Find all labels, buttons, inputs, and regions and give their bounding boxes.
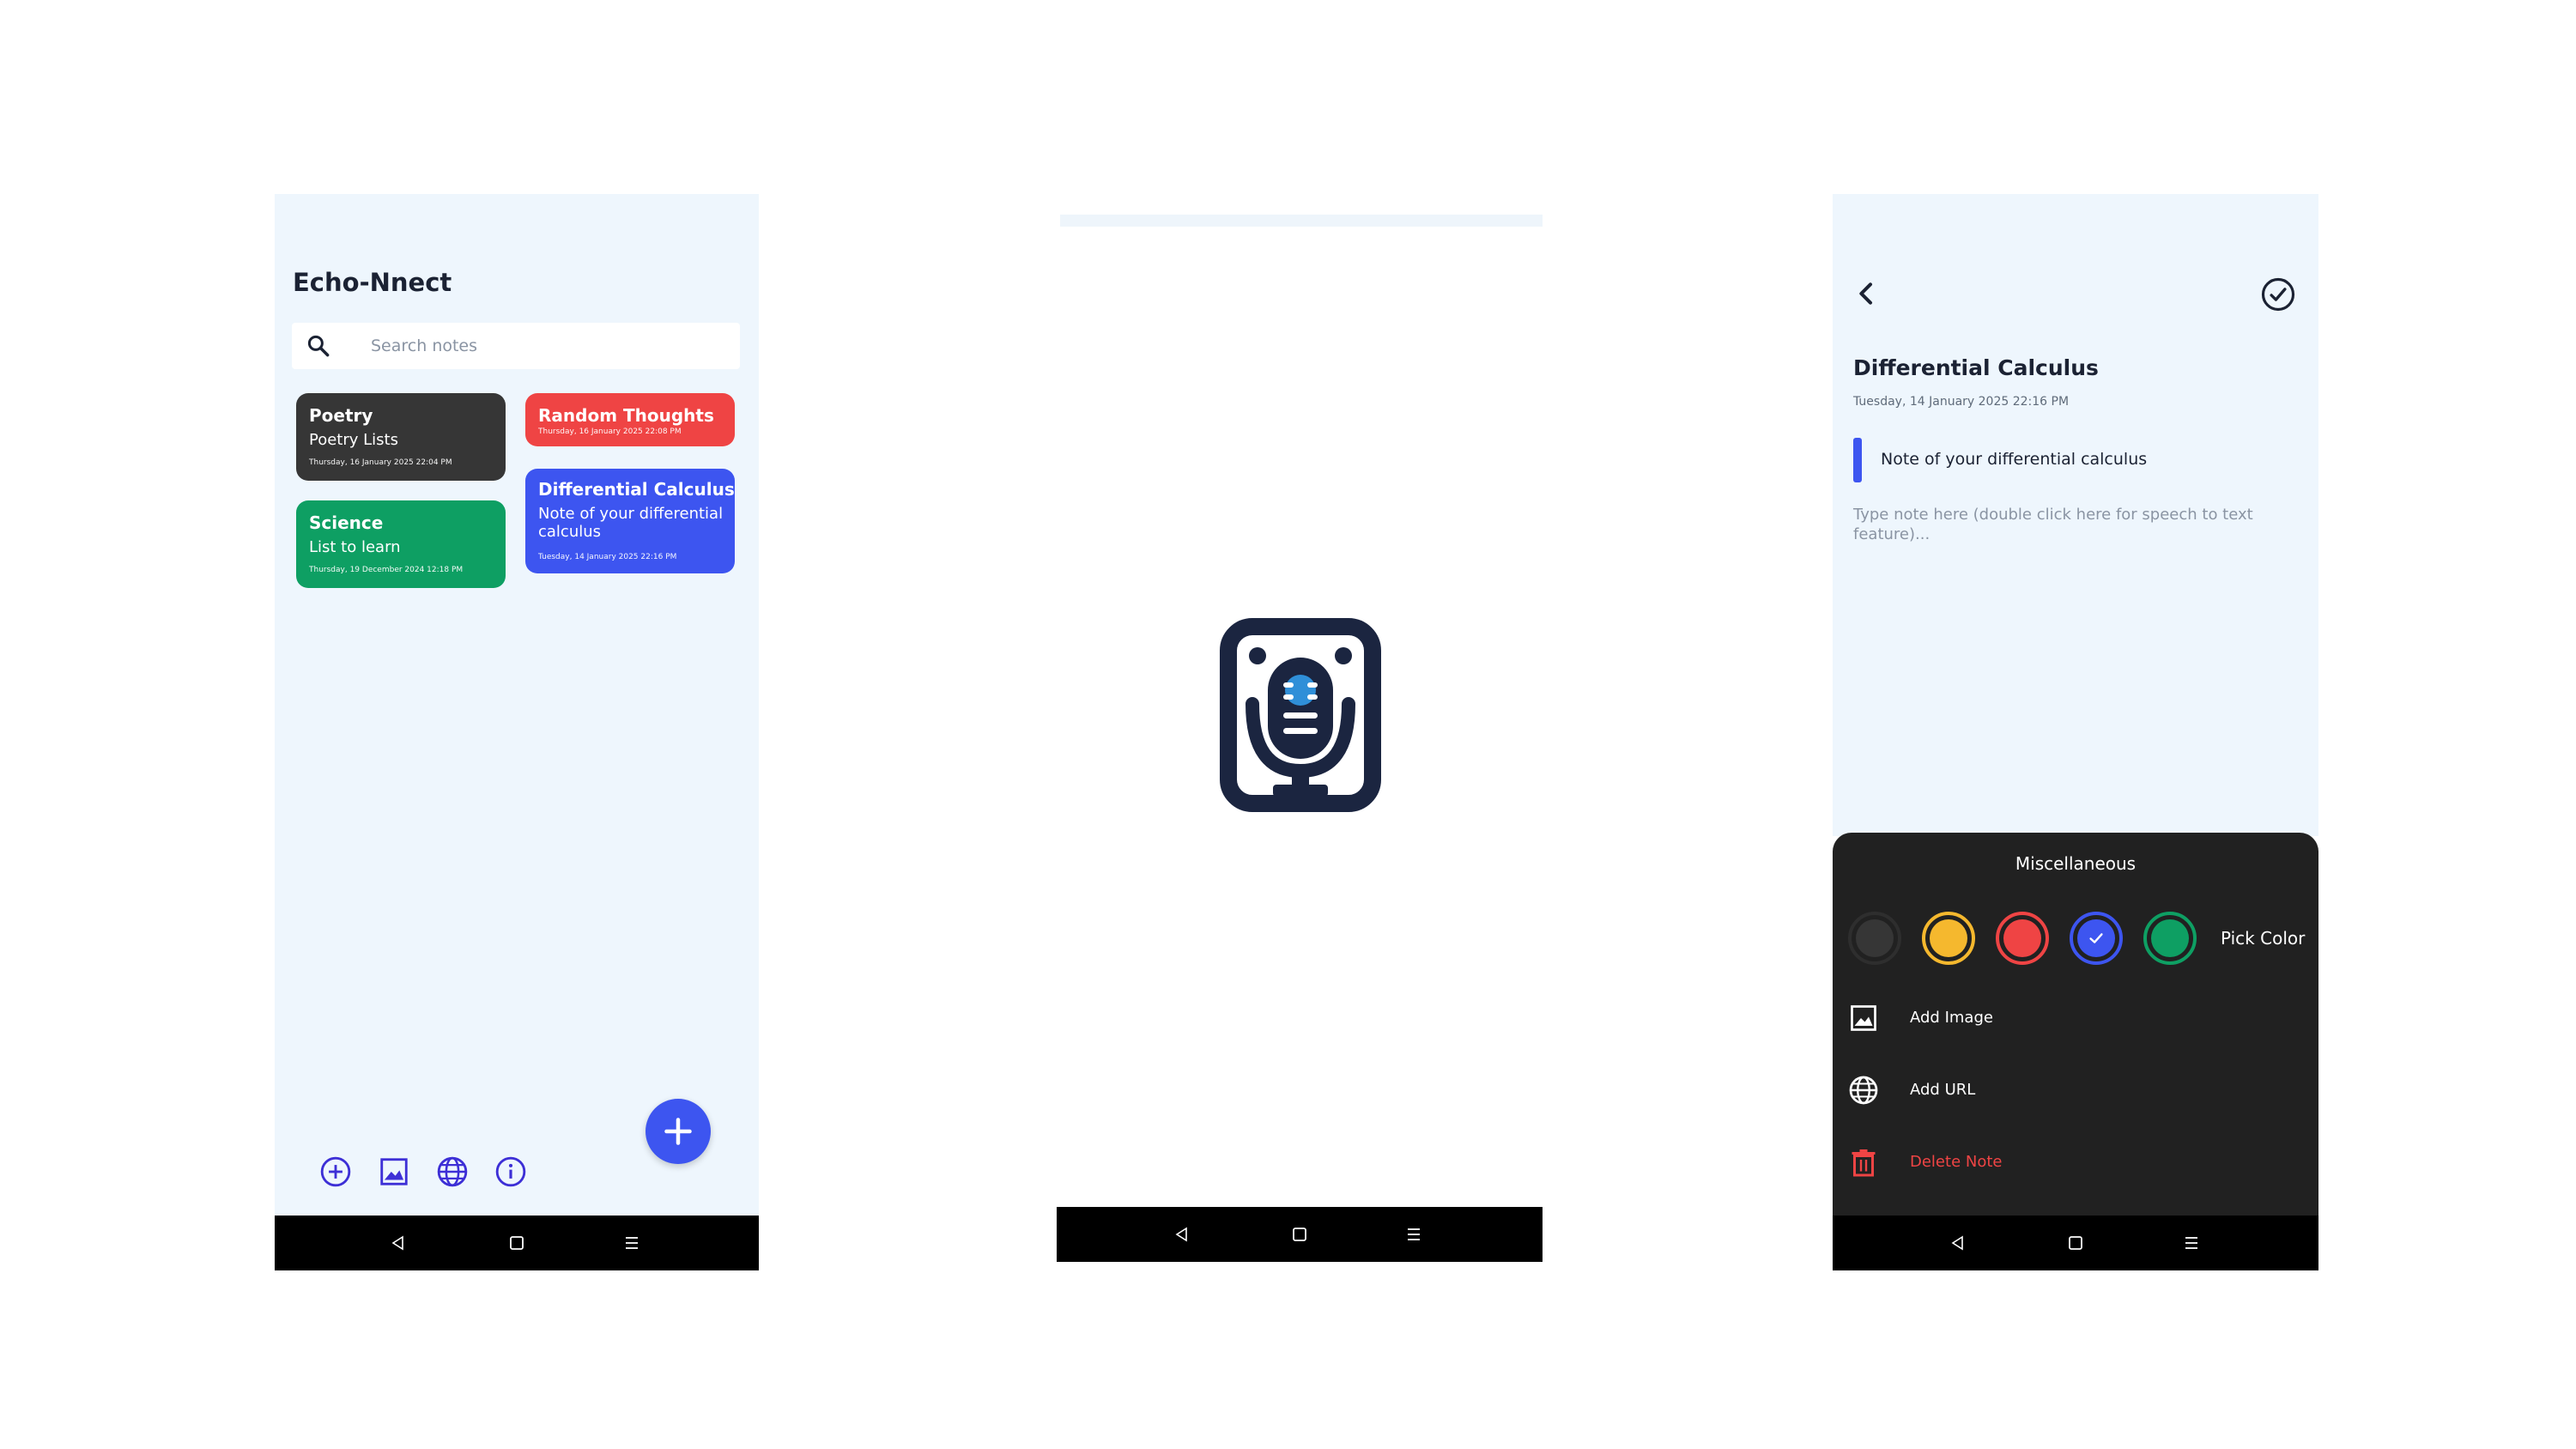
color-swatch-yellow[interactable] — [1922, 912, 1975, 965]
note-card-science[interactable]: Science List to learn Thursday, 19 Decem… — [296, 500, 506, 588]
note-title: Differential Calculus — [538, 479, 735, 500]
globe-icon[interactable] — [436, 1155, 469, 1188]
note-card-differential-calculus[interactable]: Differential Calculus Note of your diffe… — [525, 469, 735, 573]
note-title: Science — [309, 512, 384, 533]
image-icon — [1851, 1005, 1876, 1031]
add-circle-icon[interactable] — [319, 1155, 352, 1188]
menu-lines-icon[interactable] — [1405, 1227, 1422, 1242]
add-url-label: Add URL — [1910, 1081, 1976, 1099]
splash-screen — [1057, 211, 1543, 1262]
check-circle-icon[interactable] — [2260, 276, 2296, 312]
globe-icon — [1849, 1076, 1878, 1105]
color-swatch-red[interactable] — [1996, 912, 2049, 965]
add-note-fab[interactable] — [646, 1099, 711, 1164]
status-bar — [1060, 215, 1543, 227]
home-square-icon[interactable] — [509, 1235, 524, 1251]
search-input[interactable]: Search notes — [292, 323, 740, 369]
note-date: Tuesday, 14 January 2025 22:16 PM — [1853, 395, 2070, 409]
add-image-label: Add Image — [1910, 1009, 1993, 1027]
note-subtitle: Note of your differential calculus — [1881, 450, 2148, 469]
trash-icon — [1852, 1149, 1876, 1177]
color-swatch-dark[interactable] — [1848, 912, 1901, 965]
system-navbar — [275, 1216, 759, 1270]
search-icon — [307, 335, 330, 357]
check-icon — [2089, 933, 2103, 943]
note-subtitle: Poetry Lists — [309, 431, 398, 449]
home-screen: Echo-Nnect Search notes Poetry Poetry Li… — [275, 194, 759, 1270]
note-date: Tuesday, 14 January 2025 22:16 PM — [538, 553, 677, 561]
note-title: Poetry — [309, 405, 373, 426]
note-card-poetry[interactable]: Poetry Poetry Lists Thursday, 16 January… — [296, 393, 506, 481]
menu-lines-icon[interactable] — [2183, 1235, 2200, 1251]
add-image-option[interactable]: Add Image — [1848, 1001, 2294, 1035]
microphone-logo-icon — [1220, 618, 1381, 812]
app-title: Echo-Nnect — [293, 268, 452, 297]
system-navbar — [1833, 1216, 2318, 1270]
note-editor-screen: Differential Calculus Tuesday, 14 Januar… — [1833, 194, 2318, 1270]
sheet-title: Miscellaneous — [2015, 853, 2137, 874]
system-navbar — [1057, 1207, 1543, 1262]
note-subtitle: List to learn — [309, 538, 401, 556]
note-card-random-thoughts[interactable]: Random Thoughts Thursday, 16 January 202… — [525, 393, 735, 446]
plus-icon — [664, 1118, 692, 1145]
home-square-icon[interactable] — [2068, 1235, 2083, 1251]
color-swatch-green[interactable] — [2143, 912, 2197, 965]
info-icon[interactable] — [494, 1155, 527, 1188]
miscellaneous-sheet: Miscellaneous Pick Color Add Image Add U… — [1833, 833, 2318, 1216]
note-date: Thursday, 16 January 2025 22:04 PM — [309, 458, 452, 467]
subtitle-color-indicator — [1853, 438, 1862, 482]
delete-note-label: Delete Note — [1910, 1153, 2003, 1171]
color-swatch-blue[interactable] — [2070, 912, 2123, 965]
note-title: Random Thoughts — [538, 405, 714, 426]
note-subtitle-field[interactable]: Note of your differential calculus — [1853, 438, 2300, 482]
bottom-action-bar — [319, 1155, 577, 1190]
note-body-input[interactable]: Type note here (double click here for sp… — [1853, 505, 2300, 544]
delete-note-option[interactable]: Delete Note — [1848, 1145, 2294, 1179]
note-date: Thursday, 19 December 2024 12:18 PM — [309, 566, 464, 574]
search-placeholder: Search notes — [371, 336, 478, 355]
note-date: Thursday, 16 January 2025 22:08 PM — [538, 427, 682, 436]
back-triangle-icon[interactable] — [390, 1234, 407, 1252]
note-subtitle: Note of your differential calculus — [538, 505, 724, 541]
note-title[interactable]: Differential Calculus — [1853, 355, 2099, 380]
home-square-icon[interactable] — [1292, 1227, 1307, 1242]
pick-color-label: Pick Color — [2221, 928, 2306, 949]
chevron-left-icon[interactable] — [1853, 280, 1881, 307]
add-url-option[interactable]: Add URL — [1848, 1073, 2294, 1107]
image-icon[interactable] — [378, 1155, 410, 1188]
back-triangle-icon[interactable] — [1173, 1226, 1191, 1243]
menu-lines-icon[interactable] — [623, 1235, 640, 1251]
back-triangle-icon[interactable] — [1949, 1234, 1967, 1252]
